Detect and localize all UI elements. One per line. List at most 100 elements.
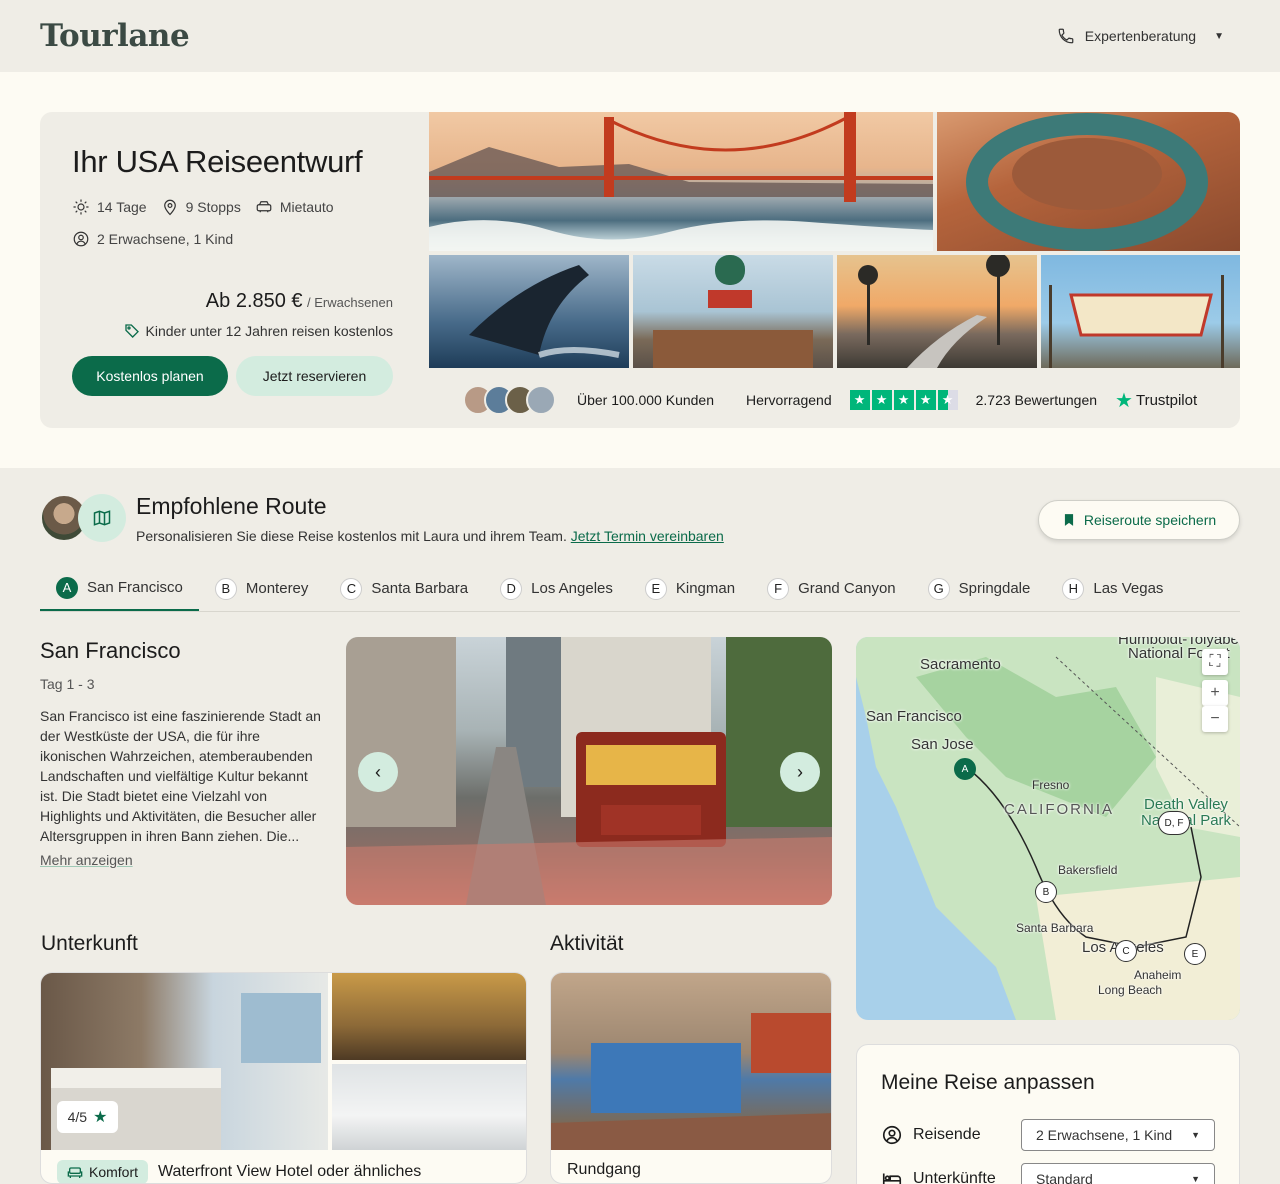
trustpilot-brand: Trustpilot xyxy=(1135,391,1198,409)
tab-kingman[interactable]: E Kingman xyxy=(629,566,751,611)
caret-down-icon: ▼ xyxy=(1191,1130,1200,1140)
accommodation-title: Unterkunft xyxy=(41,932,138,955)
accommodation-select[interactable]: Standard ▼ xyxy=(1021,1163,1215,1184)
kids-note: Kinder unter 12 Jahren reisen kostenlos xyxy=(124,323,393,339)
hero-buttons: Kostenlos planen Jetzt reservieren xyxy=(72,356,393,396)
travelers-label: Reisende xyxy=(913,1126,981,1143)
stops-info: 9 Stopps xyxy=(161,198,241,216)
activity-card[interactable]: Rundgang xyxy=(550,972,832,1184)
avatar xyxy=(526,385,556,415)
adjust-title: Meine Reise anpassen xyxy=(881,1071,1095,1094)
city-title: San Francisco xyxy=(40,638,181,663)
zoom-in-button[interactable]: + xyxy=(1202,680,1228,706)
photo-golden-gate[interactable] xyxy=(429,112,933,251)
accommodation-row-label: Unterkünfte xyxy=(881,1168,996,1184)
travelers-select[interactable]: 2 Erwachsene, 1 Kind ▼ xyxy=(1021,1119,1215,1151)
tab-san-francisco[interactable]: A San Francisco xyxy=(40,566,199,611)
star-icon: ★ xyxy=(871,390,892,410)
plan-free-button[interactable]: Kostenlos planen xyxy=(72,356,228,396)
days-text: 14 Tage xyxy=(97,199,147,215)
travelers-item: 2 Erwachsene, 1 Kind xyxy=(72,230,233,248)
user-circle-icon xyxy=(882,1125,902,1145)
trustpilot-stars: ★ ★ ★ ★ ★ xyxy=(849,390,958,410)
activity-name: Rundgang xyxy=(567,1161,641,1178)
carousel-prev-button[interactable]: ‹ xyxy=(358,752,398,792)
save-route-button[interactable]: Reiseroute speichern xyxy=(1038,500,1240,540)
photo-las-vegas[interactable] xyxy=(1041,255,1240,368)
city-text: San Francisco ist eine faszinierende Sta… xyxy=(40,708,321,844)
reserve-button[interactable]: Jetzt reservieren xyxy=(236,356,393,396)
accommodation-label: Unterkünfte xyxy=(913,1170,996,1184)
photo-horseshoe-bend[interactable] xyxy=(937,112,1240,251)
tab-badge: C xyxy=(340,577,363,600)
travelers-row: Reisende 2 Erwachsene, 1 Kind ▼ xyxy=(881,1119,1215,1151)
map-pin-b[interactable]: B xyxy=(1035,881,1057,903)
transport-text: Mietauto xyxy=(279,199,334,215)
tab-springdale[interactable]: G Springdale xyxy=(912,566,1047,611)
expert-label: Expertenberatung xyxy=(1084,28,1197,44)
tag-icon xyxy=(124,324,139,338)
tab-label: Springdale xyxy=(958,580,1031,597)
tab-grand-canyon[interactable]: F Grand Canyon xyxy=(751,566,912,611)
rating-word: Hervorragend xyxy=(746,392,832,408)
map-label-san-jose: San Jose xyxy=(911,736,974,753)
tab-badge: A xyxy=(56,576,78,599)
trustpilot-logo[interactable]: ★ Trustpilot xyxy=(1115,388,1197,413)
tab-badge: D xyxy=(500,577,523,600)
caret-down-icon: ▼ xyxy=(1214,30,1224,42)
map-label-santa-barbara: Santa Barbara xyxy=(1016,921,1094,935)
sun-icon xyxy=(73,199,89,215)
sofa-icon xyxy=(67,1167,83,1178)
expert-menu[interactable]: Expertenberatung ▼ xyxy=(1057,27,1224,45)
price-unit: / Erwachsenen xyxy=(307,295,393,310)
tab-badge: G xyxy=(927,577,950,600)
star-half-icon: ★ xyxy=(937,390,958,410)
map-pin-e[interactable]: E xyxy=(1184,943,1206,965)
star-icon: ★ xyxy=(893,390,914,410)
map-pin-a[interactable]: A xyxy=(954,758,976,780)
comfort-badge: Komfort xyxy=(57,1160,149,1183)
accommodation-row: Unterkünfte Standard ▼ xyxy=(881,1163,1215,1184)
hotel-name: Waterfront View Hotel oder ähnliches xyxy=(158,1163,422,1180)
map-pin-c[interactable]: C xyxy=(1115,940,1137,962)
tab-los-angeles[interactable]: D Los Angeles xyxy=(484,566,629,611)
photo-los-angeles[interactable] xyxy=(837,255,1037,368)
tab-monterey[interactable]: B Monterey xyxy=(199,566,325,611)
days-info: 14 Tage xyxy=(72,198,147,216)
accommodation-card[interactable]: 4/5 ★ Komfort Waterfront View Hotel oder… xyxy=(40,972,527,1184)
book-appointment-link[interactable]: Jetzt Termin vereinbaren xyxy=(571,528,724,544)
kids-note-text: Kinder unter 12 Jahren reisen kostenlos xyxy=(145,323,393,339)
fullscreen-button[interactable]: ⛶ xyxy=(1202,649,1228,675)
route-title: Empfohlene Route xyxy=(136,493,327,519)
logo[interactable]: Tourlane xyxy=(40,18,190,54)
carousel-next-button[interactable]: › xyxy=(780,752,820,792)
trip-title: Ihr USA Reiseentwurf xyxy=(72,144,363,179)
route-map[interactable]: Humboldt-Toiyabe National Forest Sacrame… xyxy=(856,637,1240,1020)
bookmark-icon xyxy=(1064,514,1073,526)
tab-badge: B xyxy=(214,577,237,600)
travelers-info: 2 Erwachsene, 1 Kind xyxy=(72,230,393,248)
customers-text: Über 100.000 Kunden xyxy=(577,392,714,408)
activity-photo xyxy=(551,973,831,1150)
photo-route66[interactable] xyxy=(633,255,833,368)
tab-label: Los Angeles xyxy=(531,580,613,597)
stops-text: 9 Stopps xyxy=(185,199,241,215)
reviews-count[interactable]: 2.723 Bewertungen xyxy=(976,392,1097,408)
map-label-anaheim: Anaheim xyxy=(1134,968,1182,982)
tab-label: Monterey xyxy=(245,580,309,597)
accommodation-select-value: Standard xyxy=(1036,1171,1093,1184)
hotel-lobby-photo xyxy=(332,973,526,1060)
tab-label: Santa Barbara xyxy=(371,580,469,597)
adjust-trip-panel: Meine Reise anpassen Reisende 2 Erwachse… xyxy=(856,1044,1240,1184)
tab-santa-barbara[interactable]: C Santa Barbara xyxy=(324,566,484,611)
transport-info: Mietauto xyxy=(255,198,334,216)
tab-las-vegas[interactable]: H Las Vegas xyxy=(1046,566,1179,611)
show-more-link[interactable]: Mehr anzeigen xyxy=(40,852,325,868)
price-value: Ab 2.850 € xyxy=(205,290,303,312)
tab-label: Las Vegas xyxy=(1093,580,1164,597)
zoom-out-button[interactable]: − xyxy=(1202,706,1228,732)
map-pin-df[interactable]: D, F xyxy=(1158,811,1190,835)
photo-whale[interactable] xyxy=(429,255,629,368)
tab-badge: E xyxy=(644,577,667,600)
hotel-info: Komfort Waterfront View Hotel oder ähnli… xyxy=(57,1160,422,1183)
